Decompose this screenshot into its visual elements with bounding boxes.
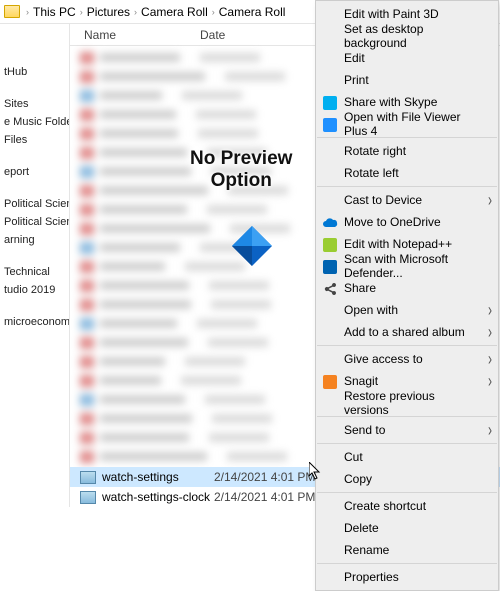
breadcrumb-item[interactable]: Camera Roll xyxy=(219,5,286,19)
nav-item[interactable]: tudio 2019 xyxy=(0,280,69,298)
nav-item[interactable]: Sites xyxy=(0,94,69,112)
file-name[interactable]: watch-settings-clock xyxy=(102,490,214,504)
nav-item[interactable] xyxy=(0,44,69,62)
fileviewer-icon xyxy=(322,117,338,133)
context-menu-item[interactable]: Open with xyxy=(316,299,498,321)
context-menu-item-label: Copy xyxy=(344,472,372,486)
context-menu-item[interactable]: Send to xyxy=(316,419,498,441)
context-menu-item[interactable]: Move to OneDrive xyxy=(316,211,498,233)
nav-item[interactable]: Political Scienc xyxy=(0,212,69,230)
context-menu-item[interactable]: Print xyxy=(316,69,498,91)
image-file-icon xyxy=(80,471,96,484)
annotation-line1: No Preview xyxy=(190,148,292,169)
mouse-cursor-icon xyxy=(309,462,321,480)
file-name[interactable]: watch-settings xyxy=(102,470,214,484)
context-menu-item[interactable]: Cut xyxy=(316,446,498,468)
context-menu-separator xyxy=(317,563,497,564)
context-menu-separator xyxy=(317,492,497,493)
context-menu-item-label: Edit with Notepad++ xyxy=(344,237,452,251)
chevron-right-icon: › xyxy=(212,7,215,17)
context-menu-item-label: Rename xyxy=(344,543,389,557)
context-menu-item-label: Restore previous versions xyxy=(344,389,480,417)
context-menu-item-label: Set as desktop background xyxy=(344,22,480,50)
context-menu-item[interactable]: Add to a shared album xyxy=(316,321,498,343)
context-menu-item-label: Cut xyxy=(344,450,363,464)
context-menu-item-label: Open with xyxy=(344,303,398,317)
context-menu[interactable]: Edit with Paint 3DSet as desktop backgro… xyxy=(315,0,499,591)
context-menu-item[interactable]: Copy xyxy=(316,468,498,490)
column-header-name[interactable]: Name xyxy=(70,28,200,42)
context-menu-item[interactable]: Open with File Viewer Plus 4 xyxy=(316,113,498,135)
context-menu-separator xyxy=(317,186,497,187)
context-menu-separator xyxy=(317,345,497,346)
context-menu-item-label: Edit xyxy=(344,51,365,65)
context-menu-item[interactable]: Cast to Device xyxy=(316,189,498,211)
context-menu-item[interactable]: Create shortcut xyxy=(316,495,498,517)
chevron-right-icon: › xyxy=(80,7,83,17)
context-menu-item[interactable]: Rotate right xyxy=(316,140,498,162)
context-menu-item-label: Rotate right xyxy=(344,144,406,158)
windows-club-logo-icon xyxy=(230,224,274,268)
onedrive-icon xyxy=(322,215,338,231)
context-menu-item[interactable]: Restore previous versions xyxy=(316,392,498,414)
breadcrumb-item[interactable]: This PC xyxy=(33,5,76,19)
column-header-date[interactable]: Date xyxy=(200,28,310,42)
context-menu-item-label: Move to OneDrive xyxy=(344,215,441,229)
nav-item[interactable]: eport xyxy=(0,162,69,180)
nav-item[interactable]: microeconom xyxy=(0,312,69,330)
context-menu-item[interactable]: Rename xyxy=(316,539,498,561)
context-menu-item-label: Share xyxy=(344,281,376,295)
context-menu-item[interactable]: Give access to xyxy=(316,348,498,370)
context-menu-item-label: Snagit xyxy=(344,374,378,388)
context-menu-item-label: Rotate left xyxy=(344,166,399,180)
nav-item[interactable]: arning xyxy=(0,230,69,248)
context-menu-item-label: Send to xyxy=(344,423,385,437)
share-icon xyxy=(322,281,338,297)
nav-item[interactable]: Files xyxy=(0,130,69,148)
nav-item[interactable]: Political Scienc xyxy=(0,194,69,212)
annotation-text: No Preview Option xyxy=(190,148,292,192)
chevron-right-icon: › xyxy=(26,7,29,17)
breadcrumb-item[interactable]: Pictures xyxy=(87,5,130,19)
context-menu-item-label: Share with Skype xyxy=(344,95,437,109)
image-file-icon xyxy=(80,491,96,504)
context-menu-item[interactable]: Share xyxy=(316,277,498,299)
context-menu-item[interactable]: Delete xyxy=(316,517,498,539)
context-menu-item[interactable]: Properties xyxy=(316,566,498,588)
nav-item[interactable]: tHub xyxy=(0,62,69,80)
context-menu-item[interactable]: Set as desktop background xyxy=(316,25,498,47)
context-menu-item-label: Open with File Viewer Plus 4 xyxy=(344,110,480,138)
skype-icon xyxy=(322,95,338,111)
notepadpp-icon xyxy=(322,237,338,253)
context-menu-item[interactable]: Scan with Microsoft Defender... xyxy=(316,255,498,277)
context-menu-item-label: Cast to Device xyxy=(344,193,422,207)
context-menu-item-label: Print xyxy=(344,73,369,87)
nav-item[interactable]: e Music Folder xyxy=(0,112,69,130)
context-menu-separator xyxy=(317,443,497,444)
context-menu-item-label: Create shortcut xyxy=(344,499,426,513)
folder-icon xyxy=(4,5,20,18)
context-menu-item-label: Give access to xyxy=(344,352,423,366)
context-menu-item[interactable]: Rotate left xyxy=(316,162,498,184)
breadcrumb-item[interactable]: Camera Roll xyxy=(141,5,208,19)
defender-icon xyxy=(322,259,338,275)
navigation-pane[interactable]: tHub Sites e Music Folder Files eport Po… xyxy=(0,24,70,507)
context-menu-item-label: Delete xyxy=(344,521,379,535)
context-menu-item-label: Add to a shared album xyxy=(344,325,465,339)
context-menu-item-label: Properties xyxy=(344,570,399,584)
context-menu-item-label: Scan with Microsoft Defender... xyxy=(344,252,480,280)
context-menu-item-label: Edit with Paint 3D xyxy=(344,7,439,21)
context-menu-item[interactable]: Edit xyxy=(316,47,498,69)
chevron-right-icon: › xyxy=(134,7,137,17)
nav-item[interactable]: Technical xyxy=(0,262,69,280)
snagit-icon xyxy=(322,374,338,390)
annotation-line2: Option xyxy=(211,170,272,191)
